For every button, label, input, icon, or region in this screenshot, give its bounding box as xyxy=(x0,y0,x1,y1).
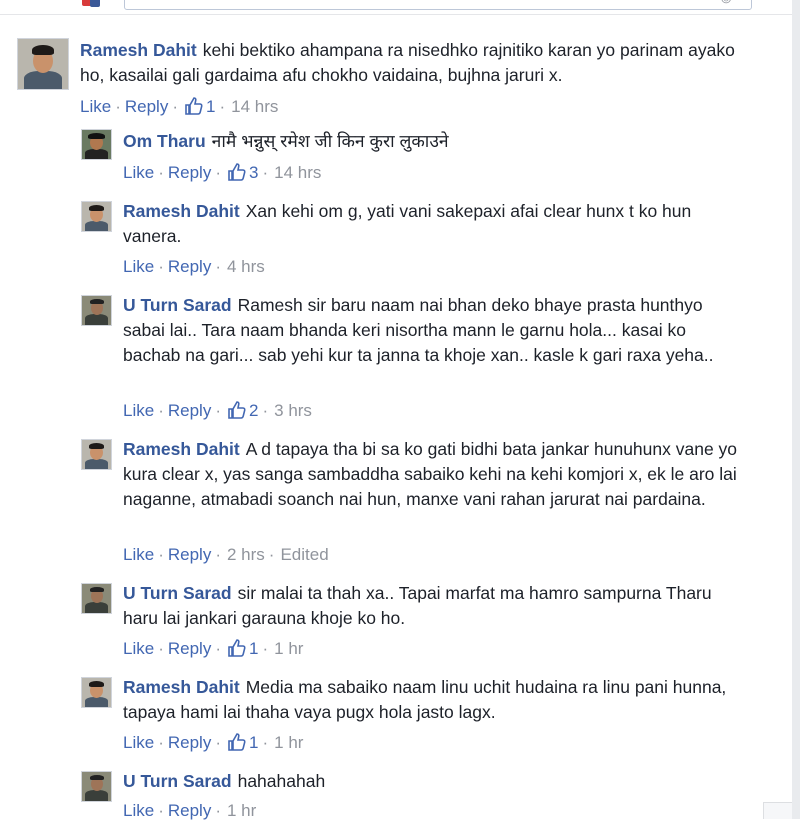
thumbs-up-icon xyxy=(185,97,203,115)
comment-body: Om Tharu नामै भन्नुस् रमेश जी किन कुरा लु… xyxy=(123,129,743,154)
avatar[interactable] xyxy=(17,38,69,90)
avatar[interactable] xyxy=(81,201,112,232)
like-link[interactable]: Like xyxy=(123,801,154,820)
timestamp[interactable]: 1 hr xyxy=(227,801,256,820)
comment-author[interactable]: Ramesh Dahit xyxy=(123,677,240,697)
thumbs-up-icon xyxy=(228,733,246,751)
reply-link[interactable]: Reply xyxy=(168,163,211,182)
like-link[interactable]: Like xyxy=(123,257,154,276)
reply-link[interactable]: Reply xyxy=(125,97,168,116)
like-link[interactable]: Like xyxy=(80,97,111,116)
comment-body: U Turn Sarad sir malai ta thah xa.. Tapai… xyxy=(123,581,743,631)
comment-author[interactable]: Ramesh Dahit xyxy=(123,201,240,221)
avatar[interactable] xyxy=(81,771,112,802)
reply-link[interactable]: Reply xyxy=(168,801,211,820)
comment-actions: Like · Reply · 4 hrs xyxy=(123,257,265,276)
avatar[interactable] xyxy=(81,583,112,614)
flag-icon xyxy=(90,0,100,7)
comment-actions: Like · Reply · 1 · 1 hr xyxy=(123,639,304,658)
comment-author[interactable]: U Turn Sarad xyxy=(123,771,232,791)
comment-body: Ramesh Dahit A d tapaya tha bi sa ko gati… xyxy=(123,437,743,512)
avatar[interactable] xyxy=(81,677,112,708)
comment-author[interactable]: U Turn Sarad xyxy=(123,295,232,315)
like-link[interactable]: Like xyxy=(123,639,154,658)
comment-author[interactable]: Ramesh Dahit xyxy=(123,439,240,459)
thumbs-up-icon xyxy=(228,639,246,657)
reply-link[interactable]: Reply xyxy=(168,733,211,752)
timestamp[interactable]: 2 hrs xyxy=(227,545,265,564)
like-link[interactable]: Like xyxy=(123,733,154,752)
reply-link[interactable]: Reply xyxy=(168,401,211,420)
comment-actions: Like · Reply · 2 · 3 hrs xyxy=(123,401,312,420)
comment-actions: Like · Reply · 2 hrs · Edited xyxy=(123,545,329,564)
comment-author[interactable]: Om Tharu xyxy=(123,131,206,151)
comment-actions: Like · Reply · 3 · 14 hrs xyxy=(123,163,322,182)
reply-link[interactable]: Reply xyxy=(168,545,211,564)
reply-input[interactable] xyxy=(124,0,752,10)
comment-actions: Like · Reply · 1 · 14 hrs xyxy=(80,97,279,116)
comment-actions: Like · Reply · 1 · 1 hr xyxy=(123,733,304,752)
scrollbar[interactable] xyxy=(792,0,800,819)
avatar[interactable] xyxy=(81,129,112,160)
comment-body: Ramesh Dahit Media ma sabaiko naam linu u… xyxy=(123,675,743,725)
thumbs-up-icon xyxy=(228,401,246,419)
emoji-icon[interactable]: ☺ xyxy=(718,0,734,8)
timestamp[interactable]: 14 hrs xyxy=(274,163,321,182)
timestamp[interactable]: 4 hrs xyxy=(227,257,265,276)
comment-body: U Turn Sarad Ramesh sir baru naam nai bha… xyxy=(123,293,743,368)
thumbs-up-icon xyxy=(228,163,246,181)
timestamp[interactable]: 14 hrs xyxy=(231,97,278,116)
comment-author[interactable]: Ramesh Dahit xyxy=(80,40,197,60)
comment-body: Ramesh Dahit Xan kehi om g, yati vani sak… xyxy=(123,199,743,249)
avatar[interactable] xyxy=(81,295,112,326)
timestamp[interactable]: 1 hr xyxy=(274,639,303,658)
timestamp[interactable]: 1 hr xyxy=(274,733,303,752)
reply-link[interactable]: Reply xyxy=(168,639,211,658)
comment-text: नामै भन्नुस् रमेश जी किन कुरा लुकाउने xyxy=(211,131,449,151)
like-link[interactable]: Like xyxy=(123,163,154,182)
comment-body: U Turn Sarad hahahahah xyxy=(123,769,743,794)
timestamp[interactable]: 3 hrs xyxy=(274,401,312,420)
like-link[interactable]: Like xyxy=(123,545,154,564)
comment-author[interactable]: U Turn Sarad xyxy=(123,583,232,603)
like-link[interactable]: Like xyxy=(123,401,154,420)
scroll-corner xyxy=(763,802,792,819)
comment-body: Ramesh Dahit kehi bektiko ahampana ra nis… xyxy=(80,38,740,88)
previous-reply-box: ☺ xyxy=(0,0,800,15)
edited-label[interactable]: Edited xyxy=(280,545,328,564)
avatar[interactable] xyxy=(81,439,112,470)
reply-link[interactable]: Reply xyxy=(168,257,211,276)
comment-text: hahahahah xyxy=(237,771,326,791)
